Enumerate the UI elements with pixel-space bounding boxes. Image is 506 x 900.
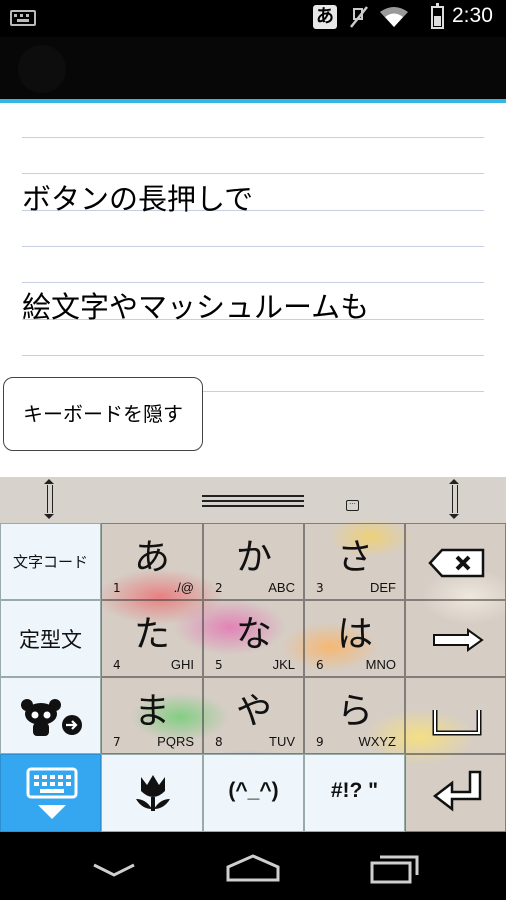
note-line: ボタンの長押しで: [22, 182, 254, 216]
wifi-icon: [379, 6, 409, 32]
backspace-icon: [428, 548, 485, 578]
char-code-label: 文字コード: [12, 553, 88, 571]
emoji-key[interactable]: [101, 754, 203, 832]
enter-icon: [432, 770, 482, 812]
space-key[interactable]: [405, 677, 506, 754]
ime-indicator: あ: [313, 5, 337, 29]
fixed-phrase-label: 定型文: [19, 628, 82, 652]
kana-key-ha[interactable]: は 6 MNO: [304, 600, 405, 677]
kana-key-na[interactable]: な 5 JKL: [203, 600, 304, 677]
home-icon[interactable]: [226, 854, 280, 882]
keyboard-down-icon: [26, 767, 78, 819]
note-line: 絵文字やマッシュルームも: [22, 290, 370, 324]
resize-handle-right-icon[interactable]: [449, 479, 459, 519]
space-icon: [432, 710, 482, 736]
enter-key[interactable]: [405, 754, 506, 832]
clock: 2:30: [452, 4, 493, 27]
kaomoji-key[interactable]: (^_^): [203, 754, 304, 832]
key-number: 8: [215, 735, 223, 749]
kana-label: か: [236, 537, 273, 578]
kana-key-ma[interactable]: ま 7 PQRS: [101, 677, 203, 754]
kana-key-ka[interactable]: か 2 ABC: [203, 523, 304, 600]
char-code-key[interactable]: 文字コード: [0, 523, 101, 600]
kana-label: は: [337, 614, 374, 655]
key-number: 9: [316, 735, 324, 749]
recents-icon[interactable]: [370, 854, 420, 884]
key-sub-label: WXYZ: [358, 734, 396, 749]
mushroom-character-icon: [21, 699, 82, 736]
key-sub-label: ABC: [268, 580, 295, 595]
key-sub-label: TUV: [269, 734, 295, 749]
kana-label: た: [134, 614, 171, 655]
key-number: 2: [215, 581, 223, 595]
kana-key-sa[interactable]: さ 3 DEF: [304, 523, 405, 600]
kana-label: ら: [337, 691, 374, 732]
kana-key-a[interactable]: あ 1 ./@: [101, 523, 203, 600]
key-sub-label: GHI: [170, 657, 194, 672]
kaomoji-label: (^_^): [228, 779, 279, 802]
kana-label: あ: [134, 537, 171, 578]
key-number: 6: [316, 658, 324, 672]
drag-handle-icon[interactable]: [202, 495, 304, 507]
tulip-icon: [136, 775, 170, 811]
navigation-bar: [0, 832, 506, 900]
right-arrow-icon: [433, 628, 484, 652]
key-sub-label: ./@: [173, 580, 194, 595]
battery-icon: [431, 3, 444, 29]
app-icon[interactable]: [18, 45, 66, 93]
fixed-phrase-key[interactable]: 定型文: [0, 600, 101, 677]
kana-label: な: [236, 614, 273, 655]
kana-key-ra[interactable]: ら 9 WXYZ: [304, 677, 405, 754]
key-number: 7: [113, 735, 121, 749]
keyboard: ··· 文字コード 定型文 あ 1 ./@ か 2 ABC さ 3 DEF た …: [0, 477, 506, 832]
symbols-label: #!? ": [330, 779, 379, 802]
key-number: 5: [215, 658, 223, 672]
menu-icon[interactable]: ···: [346, 500, 359, 511]
backspace-key[interactable]: [405, 523, 506, 600]
symbols-key[interactable]: #!? ": [304, 754, 405, 832]
app-bar: [0, 37, 506, 99]
status-bar: あ 2:30: [0, 0, 506, 37]
kana-key-ya[interactable]: や 8 TUV: [203, 677, 304, 754]
keyboard-toolbar: ···: [0, 477, 506, 523]
key-number: 1: [113, 581, 121, 595]
key-number: 3: [316, 581, 324, 595]
mushroom-key[interactable]: [0, 677, 101, 754]
keyboard-icon: [10, 10, 36, 26]
mute-icon: [348, 5, 370, 29]
kana-label: さ: [337, 537, 374, 578]
kana-label: や: [236, 691, 273, 732]
kana-key-ta[interactable]: た 4 GHI: [101, 600, 203, 677]
hide-keyboard-button[interactable]: キーボードを隠す: [3, 377, 203, 451]
key-sub-label: PQRS: [157, 734, 194, 749]
resize-handle-left-icon[interactable]: [44, 479, 54, 519]
keyboard-toggle-key[interactable]: [0, 754, 101, 832]
kana-label: ま: [134, 691, 171, 732]
key-sub-label: MNO: [365, 657, 396, 672]
key-number: 4: [113, 658, 121, 672]
key-sub-label: DEF: [370, 580, 396, 595]
back-icon[interactable]: [92, 862, 136, 878]
key-sub-label: JKL: [272, 657, 295, 672]
right-arrow-key[interactable]: [405, 600, 506, 677]
